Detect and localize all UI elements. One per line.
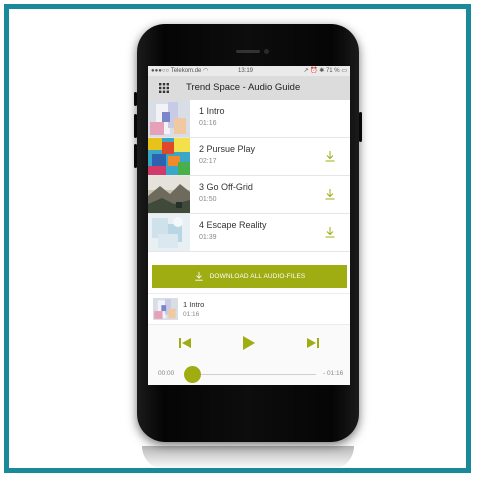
download-icon[interactable] <box>324 188 336 200</box>
status-bar: ●●●○○ Telekom.de ◠ 13:19 ↗ ⏰ ✱ 71 % ▭ <box>148 66 350 76</box>
track-item-intro[interactable]: 1 Intro 01:16 <box>148 100 350 138</box>
track-title: 1 Intro <box>199 106 225 116</box>
now-playing-bar[interactable]: 1 Intro 01:16 <box>148 293 350 325</box>
track-thumbnail <box>148 100 190 137</box>
track-duration: 01:50 <box>199 196 217 203</box>
track-duration: 01:39 <box>199 234 217 241</box>
track-item-go-off-grid[interactable]: 3 Go Off-Grid 01:50 <box>148 176 350 214</box>
front-camera <box>264 49 269 54</box>
battery-percentage: 71 % <box>325 68 340 74</box>
app-header: Trend Space - Audio Guide <box>148 76 350 100</box>
download-icon[interactable] <box>324 150 336 162</box>
now-playing-thumbnail <box>153 298 178 320</box>
power-button <box>359 112 362 142</box>
skip-previous-icon[interactable] <box>179 338 191 348</box>
download-all-button[interactable]: DOWNLOAD ALL AUDIO-FILES <box>152 265 347 288</box>
elapsed-time: 00:00 <box>158 370 175 377</box>
phone-reflection <box>142 446 354 470</box>
track-title: 2 Pursue Play <box>199 144 256 154</box>
seek-handle[interactable] <box>184 366 201 383</box>
now-playing-time: 01:16 <box>183 311 200 318</box>
earpiece-speaker <box>236 50 260 53</box>
download-icon <box>194 272 203 281</box>
player-controls: 00:00 - 01:16 <box>148 325 350 385</box>
status-carrier: ●●●○○ Telekom.de ◠ <box>151 68 209 74</box>
seek-bar[interactable] <box>190 374 316 375</box>
status-battery: ↗ ⏰ ✱ 71 % ▭ <box>303 68 347 74</box>
phone-screen: ●●●○○ Telekom.de ◠ 13:19 ↗ ⏰ ✱ 71 % ▭ Tr… <box>148 66 350 385</box>
track-duration: 01:16 <box>199 120 217 127</box>
page-title: Trend Space - Audio Guide <box>186 82 301 93</box>
download-icon[interactable] <box>324 226 336 238</box>
track-thumbnail <box>148 214 190 251</box>
grid-icon[interactable] <box>159 83 169 93</box>
now-playing-title: 1 Intro <box>183 300 205 309</box>
track-item-pursue-play[interactable]: 2 Pursue Play 02:17 <box>148 138 350 176</box>
track-duration: 02:17 <box>199 158 217 165</box>
track-thumbnail <box>148 176 190 213</box>
track-title: 3 Go Off-Grid <box>199 182 253 192</box>
carrier-name: Telekom.de <box>170 68 202 74</box>
skip-next-icon[interactable] <box>307 338 319 348</box>
track-title: 4 Escape Reality <box>199 220 267 230</box>
status-time: 13:19 <box>238 68 254 74</box>
track-item-escape-reality[interactable]: 4 Escape Reality 01:39 <box>148 214 350 252</box>
track-thumbnail <box>148 138 190 175</box>
download-all-label: DOWNLOAD ALL AUDIO-FILES <box>209 273 306 280</box>
remaining-time: - 01:16 <box>323 370 344 377</box>
play-icon[interactable] <box>243 336 255 350</box>
